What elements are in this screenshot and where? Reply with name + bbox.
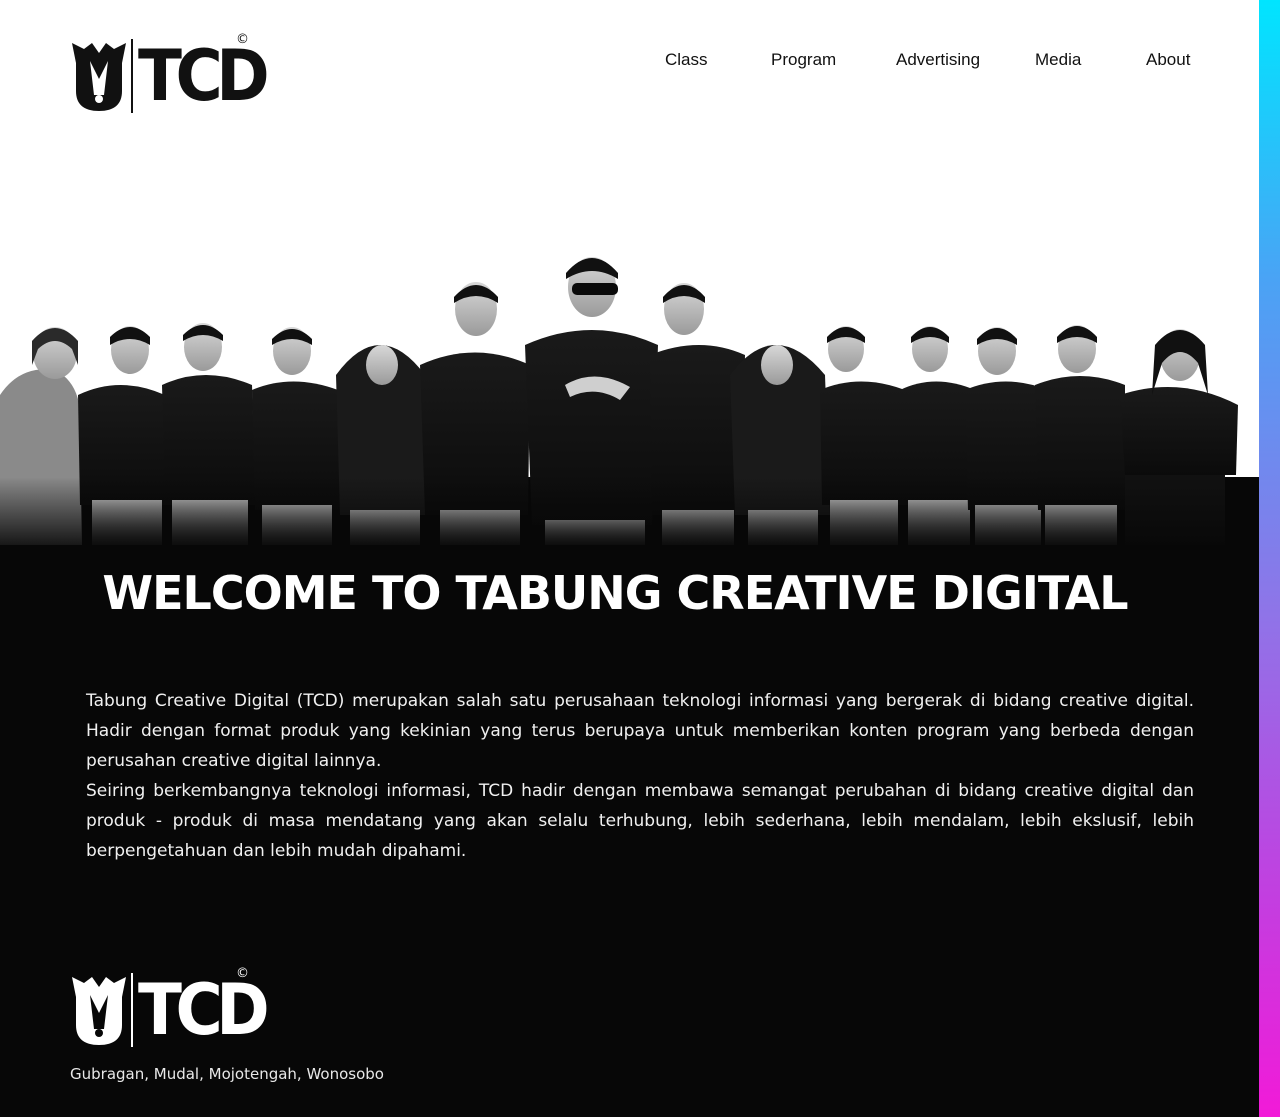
- footer-logo[interactable]: TCD ©: [70, 966, 274, 1051]
- nav-item-class[interactable]: Class: [665, 50, 708, 70]
- logo-wordmark: TCD: [138, 35, 270, 117]
- about-paragraph: Tabung Creative Digital (TCD) merupakan …: [86, 691, 1194, 771]
- wolf-emblem-icon: [72, 977, 126, 1045]
- header-logo[interactable]: TCD ©: [70, 32, 274, 117]
- copyright-mark: ©: [236, 32, 249, 47]
- side-gradient-bar: [1259, 0, 1280, 1117]
- nav-item-about[interactable]: About: [1146, 50, 1190, 70]
- nav-item-media[interactable]: Media: [1035, 50, 1081, 70]
- footer-address: Gubragan, Mudal, Mojotengah, Wonosobo: [70, 1065, 384, 1083]
- about-description: Tabung Creative Digital (TCD) merupakan …: [86, 686, 1194, 866]
- about-paragraph: Seiring berkembangnya teknologi informas…: [86, 781, 1194, 861]
- main-nav: Class Program Advertising Media About: [0, 50, 1259, 74]
- header: TCD © Class Program Advertising Media Ab…: [0, 0, 1259, 140]
- page-title: WELCOME TO TABUNG CREATIVE DIGITAL: [102, 566, 1128, 620]
- copyright-mark: ©: [236, 966, 249, 981]
- logo-wordmark: TCD: [138, 969, 270, 1051]
- nav-item-program[interactable]: Program: [771, 50, 836, 70]
- nav-item-advertising[interactable]: Advertising: [896, 50, 980, 70]
- logo-divider: [131, 973, 133, 1047]
- photo-fade: [0, 477, 1259, 547]
